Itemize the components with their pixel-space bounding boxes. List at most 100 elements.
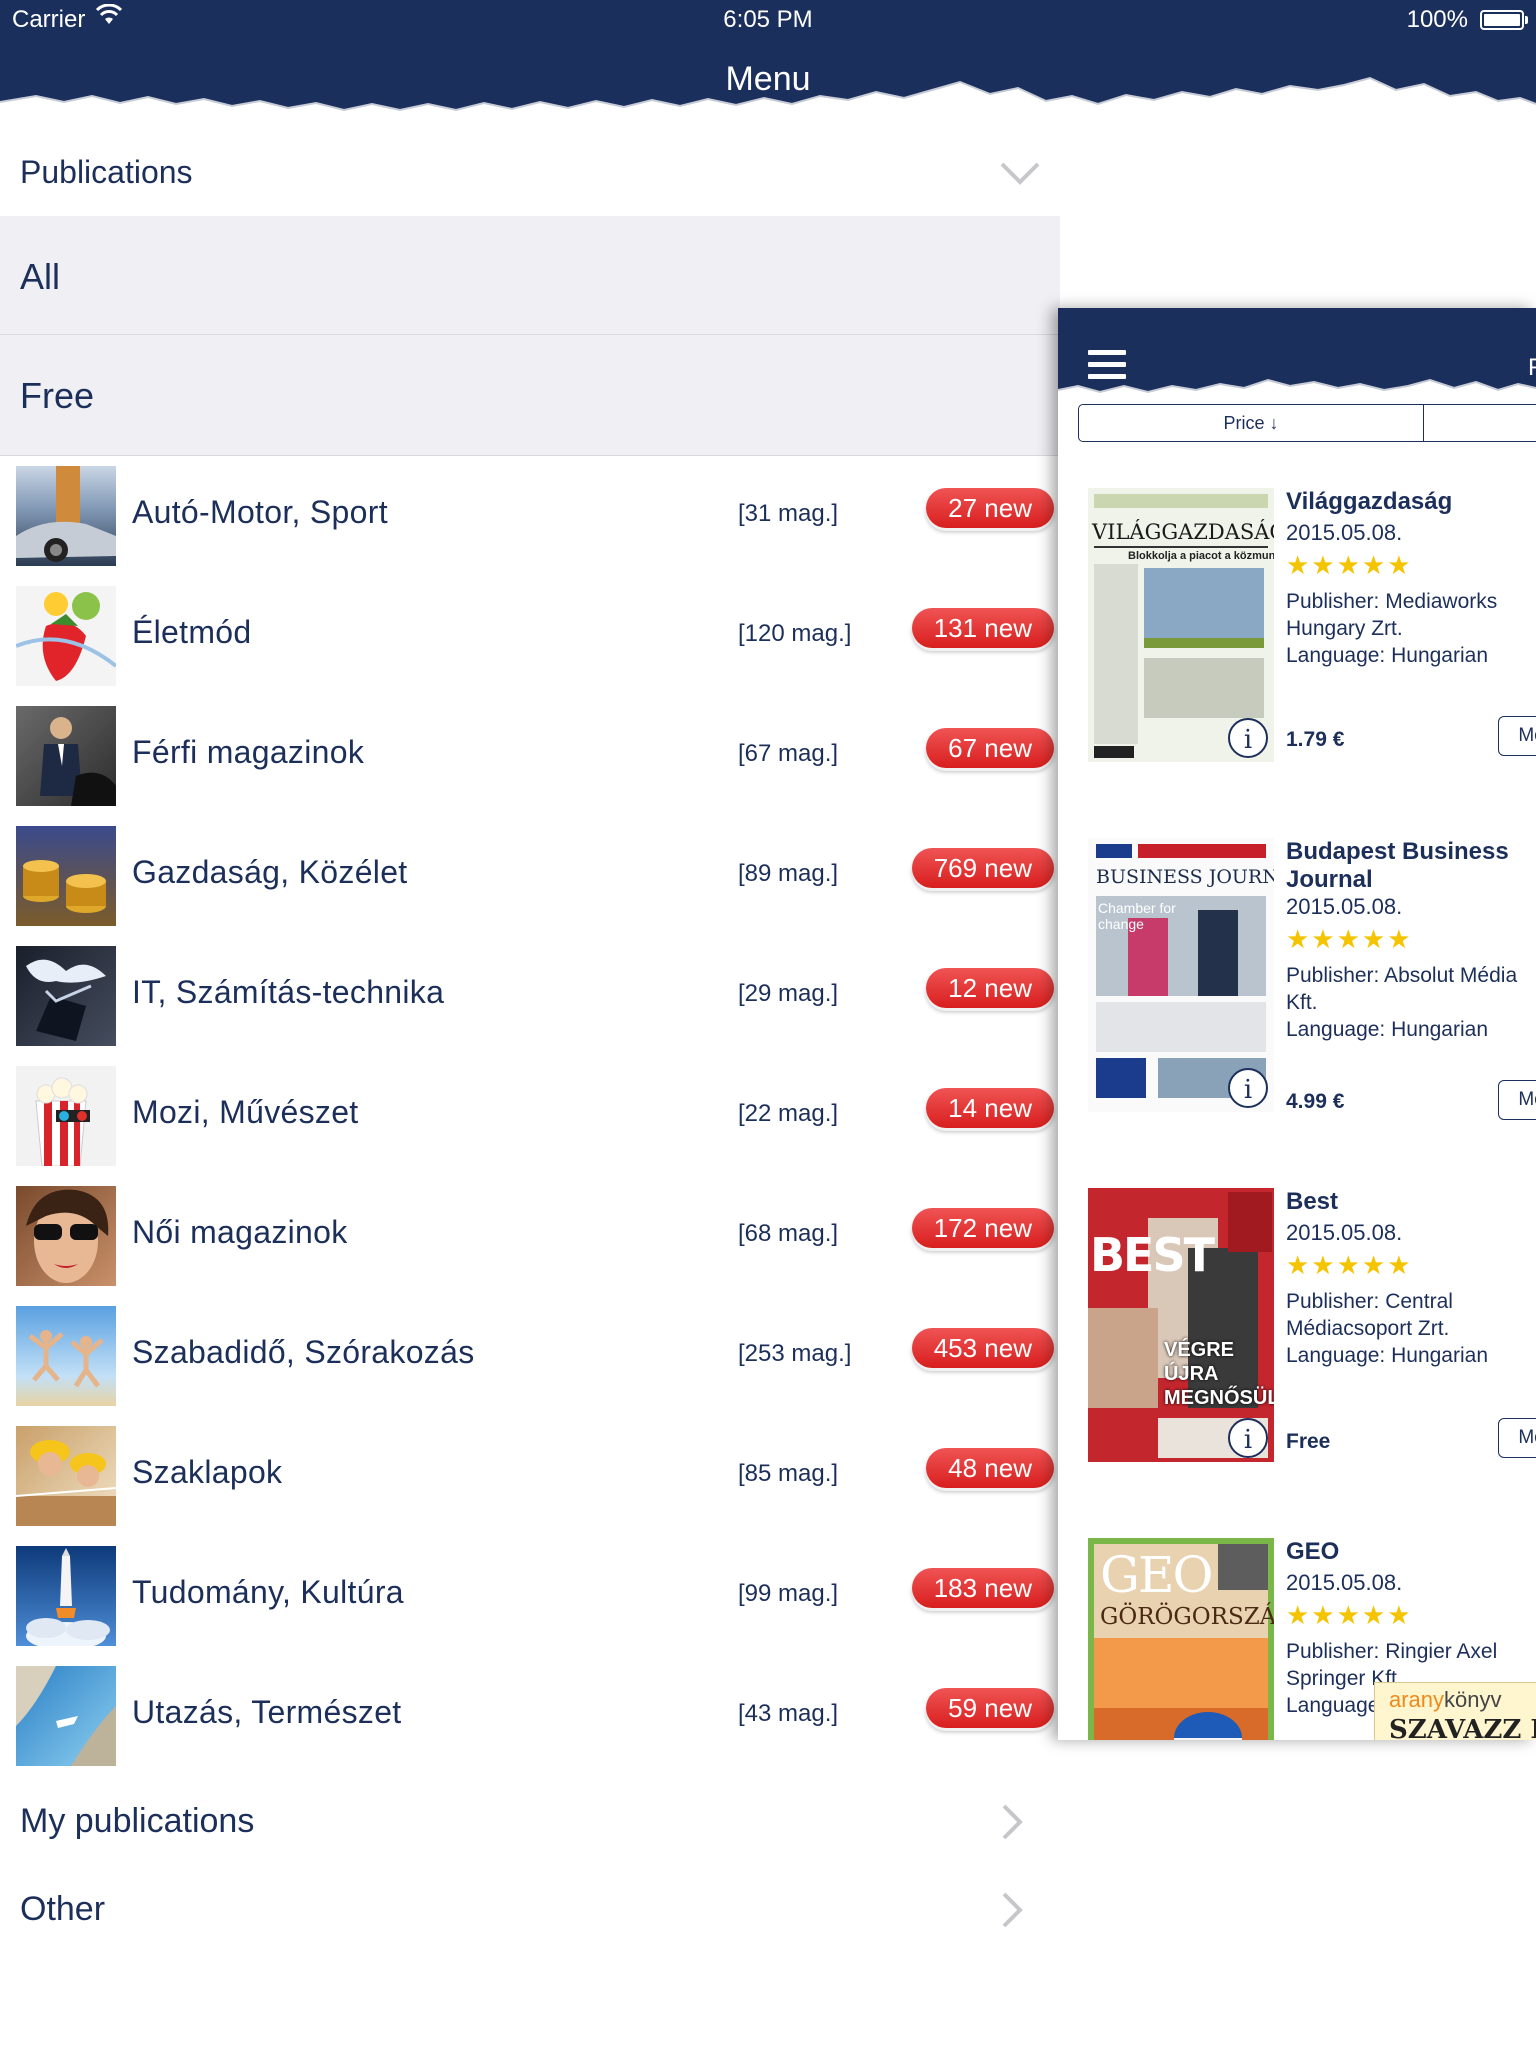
other-row[interactable]: Other [0, 1866, 1060, 1954]
category-row[interactable]: IT, Számítás-technika [29 mag.] 12 new [0, 938, 1060, 1058]
category-row[interactable]: Női magazinok [68 mag.] 172 new [0, 1178, 1060, 1298]
category-count: [67 mag.] [738, 740, 839, 767]
status-bar: Carrier 6:05 PM 100% [0, 0, 1536, 40]
category-count: [68 mag.] [738, 1220, 839, 1247]
category-thumbnail [16, 466, 116, 566]
category-row[interactable]: Férfi magazinok [67 mag.] 67 new [0, 698, 1060, 818]
category-thumbnail [16, 1666, 116, 1766]
filter-free[interactable]: Free [0, 335, 1060, 456]
category-row[interactable]: Autó-Motor, Sport [31 mag.] 27 new [0, 458, 1060, 578]
category-count: [85 mag.] [738, 1460, 839, 1487]
chevron-down-icon [1000, 162, 1040, 185]
publication-publisher: Publisher: Absolut Média Kft. [1286, 964, 1518, 1014]
sort-price-button[interactable]: Price ↓ [1079, 405, 1424, 441]
new-count-badge: 59 new [926, 1688, 1054, 1728]
content-panel[interactable]: F Price ↓ VILÁGGAZDASÁG Blokkolja a piac… [1058, 308, 1536, 1740]
category-name: Szabadidő, Szórakozás [132, 1334, 475, 1370]
cover-masthead: BUSINESS JOURNAL [1096, 866, 1274, 888]
category-name: Férfi magazinok [132, 734, 365, 770]
category-count: [99 mag.] [738, 1580, 839, 1607]
publication-cover[interactable]: GEO GÖRÖGORSZÁG [1088, 1538, 1274, 1740]
new-count-badge: 12 new [926, 968, 1054, 1008]
info-icon[interactable]: i [1228, 1418, 1268, 1458]
more-button[interactable]: More [1498, 1080, 1536, 1120]
category-count: [31 mag.] [738, 500, 839, 527]
new-count-badge: 67 new [926, 728, 1054, 768]
publication-language: Language: Hungarian [1286, 644, 1489, 667]
ad-brand: aranykönyv [1389, 1687, 1502, 1713]
publication-language: Language: Hungarian [1286, 1344, 1489, 1367]
publications-title: Publications [20, 154, 193, 190]
nav-title: Menu [725, 60, 811, 98]
chevron-right-icon [1002, 1892, 1023, 1928]
publications-header[interactable]: Publications [0, 130, 1060, 216]
publication-date: 2015.05.08. [1286, 520, 1403, 545]
category-name: Tudomány, Kultúra [132, 1574, 404, 1610]
panel-title-fragment: F [1528, 354, 1536, 381]
category-row[interactable]: Szaklapok [85 mag.] 48 new [0, 1418, 1060, 1538]
rating-stars: ★★★★★ [1286, 1250, 1413, 1280]
publication-title: GEO [1286, 1538, 1340, 1565]
more-button[interactable]: More [1498, 1418, 1536, 1458]
new-count-badge: 172 new [911, 1208, 1054, 1248]
category-count: [22 mag.] [738, 1100, 839, 1127]
publication-item[interactable]: BEST VÉGRE ÚJRA MEGNŐSÜL! i Best 2015.05… [1088, 1188, 1536, 1478]
category-row[interactable]: Utazás, Természet [43 mag.] 59 new [0, 1658, 1060, 1778]
rating-stars: ★★★★★ [1286, 550, 1413, 580]
publication-price: 4.99 € [1286, 1090, 1345, 1113]
publication-publisher: Publisher: Central Médiacsoport Zrt. [1286, 1290, 1453, 1340]
category-count: [253 mag.] [738, 1340, 852, 1367]
category-count: [120 mag.] [738, 620, 852, 647]
publication-date: 2015.05.08. [1286, 894, 1403, 919]
publication-date: 2015.05.08. [1286, 1570, 1403, 1595]
category-name: Női magazinok [132, 1214, 348, 1250]
rating-stars: ★★★★★ [1286, 924, 1413, 954]
category-row[interactable]: Tudomány, Kultúra [99 mag.] 183 new [0, 1538, 1060, 1658]
torn-paper-banner [1058, 308, 1536, 394]
more-button[interactable]: More [1498, 716, 1536, 756]
filter-label: All [20, 256, 61, 297]
category-row[interactable]: Szabadidő, Szórakozás [253 mag.] 453 new [0, 1298, 1060, 1418]
filter-all[interactable]: All [0, 216, 1060, 335]
info-icon[interactable]: i [1228, 1068, 1268, 1108]
publication-item[interactable]: BUSINESS JOURNAL Chamber for change i Bu… [1088, 838, 1536, 1128]
cover-masthead: GEO [1100, 1546, 1213, 1604]
category-name: Mozi, Művészet [132, 1094, 359, 1130]
row-label: My publications [20, 1802, 255, 1840]
category-row[interactable]: Mozi, Művészet [22 mag.] 14 new [0, 1058, 1060, 1178]
category-thumbnail [16, 706, 116, 806]
info-icon[interactable]: i [1228, 718, 1268, 758]
cover-masthead: VILÁGGAZDASÁG [1092, 520, 1274, 544]
category-thumbnail [16, 946, 116, 1046]
category-name: Életmód [132, 614, 252, 650]
ad-brand-part: arany [1389, 1687, 1445, 1712]
cover-headline: Chamber for change [1098, 900, 1176, 932]
category-row[interactable]: Életmód [120 mag.] 131 new [0, 578, 1060, 698]
publication-title: Világgazdaság [1286, 488, 1453, 515]
category-count: [43 mag.] [738, 1700, 839, 1727]
category-count: [29 mag.] [738, 980, 839, 1007]
new-count-badge: 48 new [926, 1448, 1054, 1488]
my-publications-row[interactable]: My publications [0, 1778, 1060, 1866]
clock: 6:05 PM [723, 6, 813, 33]
category-count: [89 mag.] [738, 860, 839, 887]
publication-language: Language: Hungarian [1286, 1018, 1489, 1041]
category-name: Utazás, Természet [132, 1694, 402, 1730]
hamburger-menu-icon[interactable] [1088, 350, 1126, 386]
new-count-badge: 27 new [926, 488, 1054, 528]
publication-title: Best [1286, 1188, 1339, 1215]
category-thumbnail [16, 1066, 116, 1167]
ad-banner[interactable]: aranykönyv SZAVAZZ É [1374, 1682, 1536, 1740]
publication-publisher: Publisher: Mediaworks Hungary Zrt. [1286, 590, 1498, 640]
new-count-badge: 183 new [911, 1568, 1054, 1608]
cover-headline: GÖRÖGORSZÁG [1100, 1604, 1274, 1630]
battery-icon [1480, 10, 1528, 30]
category-row[interactable]: Gazdaság, Közélet [89 mag.] 769 new [0, 818, 1060, 938]
panel-navigation-bar: F [1058, 308, 1536, 398]
publication-title: Budapest Business Journal [1286, 838, 1509, 893]
category-thumbnail [16, 826, 116, 926]
chevron-right-icon [1002, 1804, 1023, 1840]
new-count-badge: 769 new [911, 848, 1054, 888]
ad-brand-part: könyv [1444, 1687, 1502, 1712]
publication-item[interactable]: VILÁGGAZDASÁG Blokkolja a piacot a közmu… [1088, 488, 1536, 778]
